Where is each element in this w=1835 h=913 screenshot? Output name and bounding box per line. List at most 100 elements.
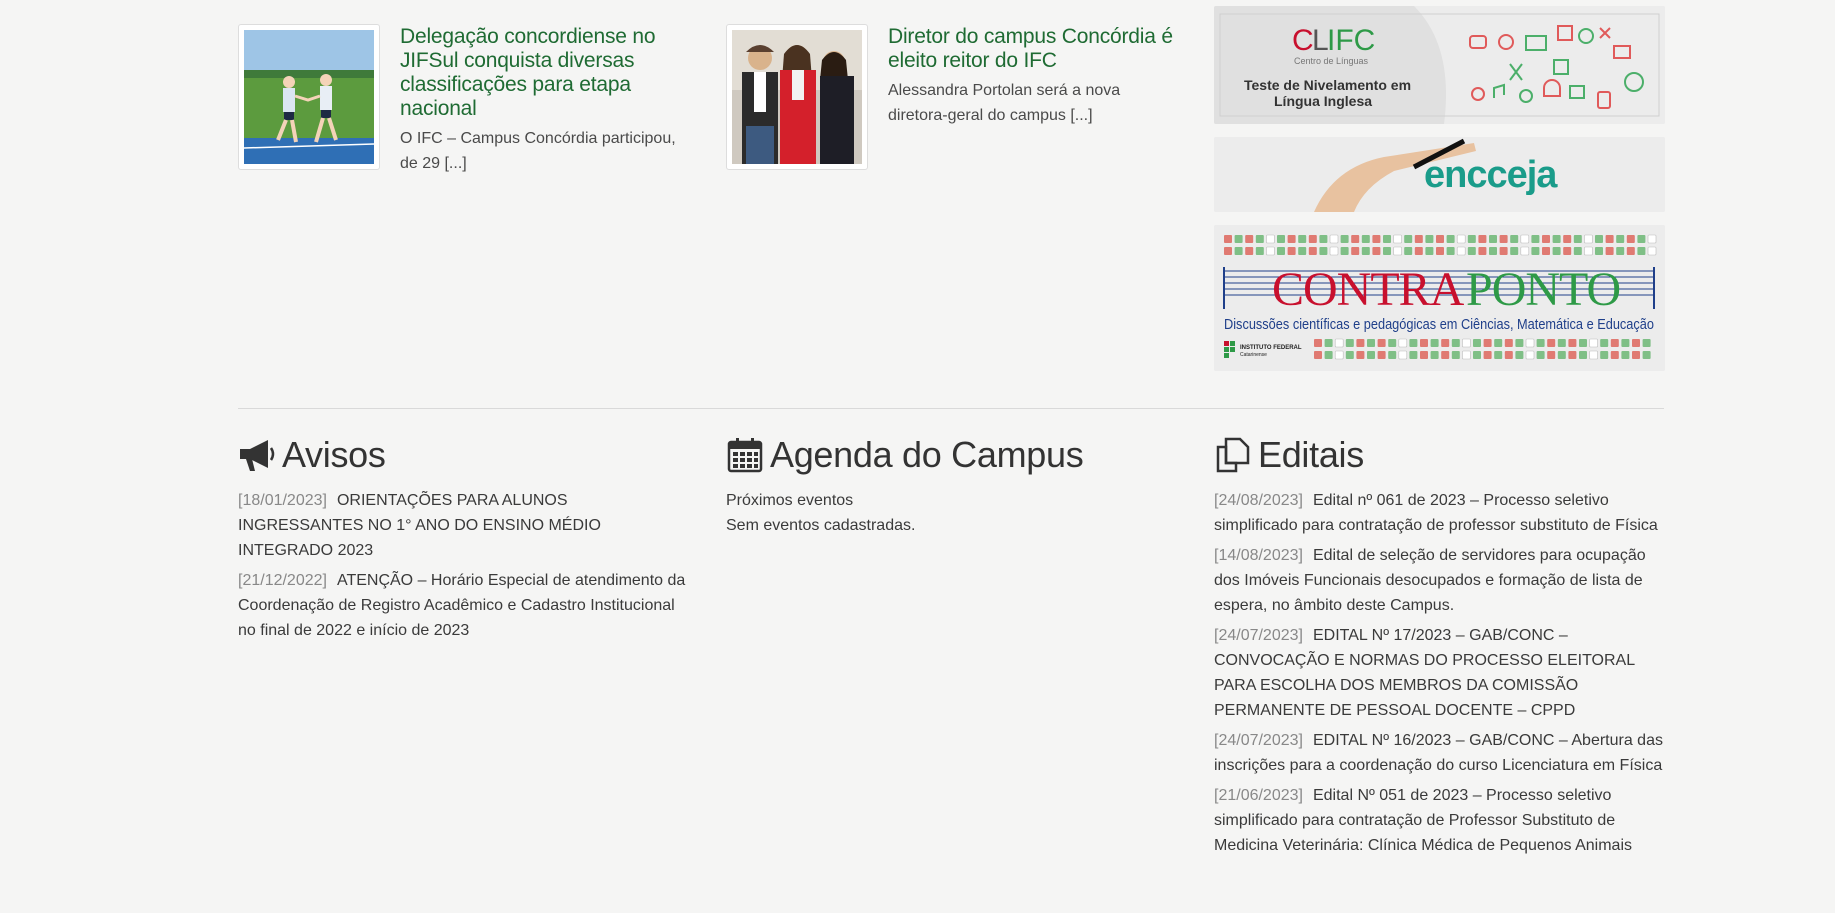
- pattern-square: [1234, 247, 1243, 255]
- pattern-square: [1589, 350, 1598, 360]
- pattern-square: [1568, 339, 1577, 347]
- contraponto-title-red: CONTRA: [1272, 263, 1465, 316]
- pattern-square: [1595, 235, 1603, 243]
- edital-date: [24/08/2023]: [1214, 492, 1303, 509]
- pattern-square: [1425, 235, 1434, 243]
- copy-documents-icon: [1216, 437, 1250, 473]
- pattern-square: [1626, 235, 1635, 243]
- pattern-square: [1441, 339, 1450, 347]
- pattern-square: [1377, 339, 1386, 347]
- pattern-square: [1319, 235, 1328, 243]
- pattern-square: [1515, 339, 1524, 347]
- pattern-square: [1361, 235, 1370, 243]
- pattern-square: [1451, 351, 1460, 359]
- pattern-square: [1557, 351, 1566, 359]
- pattern-square: [1266, 246, 1275, 256]
- pattern-square: [1467, 247, 1476, 255]
- contraponto-title-green: PONTO: [1466, 263, 1620, 316]
- news-thumbnail[interactable]: [726, 24, 868, 170]
- agenda-section: Agenda do Campus Próximos eventos Sem ev…: [726, 432, 1176, 538]
- pattern-square: [1616, 247, 1625, 255]
- news-card: Delegação concordiense no JIFSul conquis…: [238, 24, 698, 176]
- pattern-square: [1610, 339, 1619, 347]
- pattern-square: [1621, 339, 1630, 347]
- clifc-banner-image: C L IFC Centro de Línguas Teste de Nivel…: [1214, 6, 1665, 124]
- editais-section: Editais [24/08/2023] Edital nº 061 de 202…: [1214, 432, 1664, 863]
- pattern-square: [1610, 351, 1619, 359]
- encceja-logo: encceja: [1424, 154, 1558, 196]
- pattern-square: [1356, 351, 1365, 359]
- news-thumbnail[interactable]: [238, 24, 380, 170]
- pattern-square: [1557, 339, 1566, 347]
- agenda-subheading: Próximos eventos: [726, 492, 854, 509]
- pattern-square: [1383, 247, 1391, 255]
- pattern-square: [1632, 339, 1640, 347]
- pattern-square: [1642, 351, 1651, 359]
- pattern-square: [1388, 339, 1397, 347]
- pattern-square: [1404, 247, 1413, 255]
- contraponto-banner[interactable]: CONTRA PONTO Discussões científicas e pe…: [1214, 225, 1665, 371]
- pattern-square: [1351, 247, 1360, 255]
- pattern-square: [1329, 246, 1339, 256]
- pattern-square: [1632, 351, 1640, 359]
- pattern-square: [1579, 339, 1587, 347]
- pattern-square: [1531, 235, 1540, 243]
- athletes-photo-image: [244, 30, 374, 164]
- pattern-square: [1372, 235, 1381, 243]
- pattern-square: [1589, 338, 1598, 348]
- clifc-line1: Teste de Nivelamento em: [1244, 77, 1411, 93]
- section-divider: [238, 408, 1664, 409]
- clifc-banner[interactable]: C L IFC Centro de Línguas Teste de Nivel…: [1214, 6, 1665, 124]
- pattern-square: [1398, 338, 1408, 348]
- pattern-square: [1308, 235, 1317, 243]
- pattern-square: [1489, 235, 1497, 243]
- clifc-logo-c: C: [1292, 24, 1314, 57]
- encceja-banner[interactable]: encceja: [1214, 137, 1665, 212]
- pattern-square: [1504, 351, 1513, 359]
- edital-date: [14/08/2023]: [1214, 547, 1303, 564]
- pattern-square: [1367, 339, 1375, 347]
- pattern-square: [1494, 339, 1503, 347]
- pattern-square: [1621, 351, 1630, 359]
- pattern-square: [1584, 246, 1593, 256]
- pattern-square: [1319, 247, 1328, 255]
- aviso-item: [21/12/2022] ATENÇÃO – Horário Especial d…: [238, 568, 688, 643]
- pattern-square: [1536, 339, 1545, 347]
- news-title-link[interactable]: Diretor do campus Concórdia é eleito rei…: [888, 25, 1178, 73]
- pattern-square: [1552, 247, 1561, 255]
- pattern-square: [1446, 247, 1455, 255]
- pattern-square: [1637, 247, 1646, 255]
- pattern-square: [1637, 235, 1646, 243]
- pattern-square: [1324, 339, 1333, 347]
- pattern-square: [1388, 351, 1397, 359]
- news-title-link[interactable]: Delegação concordiense no JIFSul conquis…: [400, 25, 690, 121]
- edital-date: [24/07/2023]: [1214, 732, 1303, 749]
- pattern-square: [1255, 235, 1264, 243]
- institute-subname: Catarinense: [1240, 352, 1267, 358]
- pattern-square: [1568, 351, 1577, 359]
- pattern-square: [1308, 247, 1317, 255]
- institute-name: INSTITUTO FEDERAL: [1240, 345, 1302, 351]
- pattern-square: [1398, 350, 1408, 360]
- pattern-square: [1361, 247, 1370, 255]
- pattern-square: [1409, 351, 1418, 359]
- pattern-square: [1542, 235, 1550, 243]
- clifc-logo-ifc: IFC: [1327, 24, 1375, 57]
- pattern-square: [1234, 235, 1243, 243]
- pattern-square: [1245, 247, 1254, 255]
- pattern-square: [1372, 247, 1381, 255]
- pattern-square: [1414, 247, 1423, 255]
- edital-item: [24/07/2023] EDITAL Nº 17/2023 – GAB/CONC…: [1214, 623, 1664, 723]
- calendar-icon: [727, 438, 763, 473]
- pattern-square: [1600, 339, 1609, 347]
- pattern-square: [1473, 339, 1481, 347]
- news-excerpt: Alessandra Portolan será a nova diretora…: [888, 82, 1121, 124]
- pattern-square: [1436, 235, 1444, 243]
- news-excerpt: O IFC – Campus Concórdia participou, de …: [400, 130, 676, 172]
- pattern-square: [1563, 235, 1572, 243]
- pattern-square: [1647, 246, 1657, 256]
- pattern-square: [1473, 351, 1481, 359]
- pattern-square: [1329, 234, 1339, 244]
- pattern-square: [1277, 247, 1285, 255]
- pattern-square: [1409, 339, 1418, 347]
